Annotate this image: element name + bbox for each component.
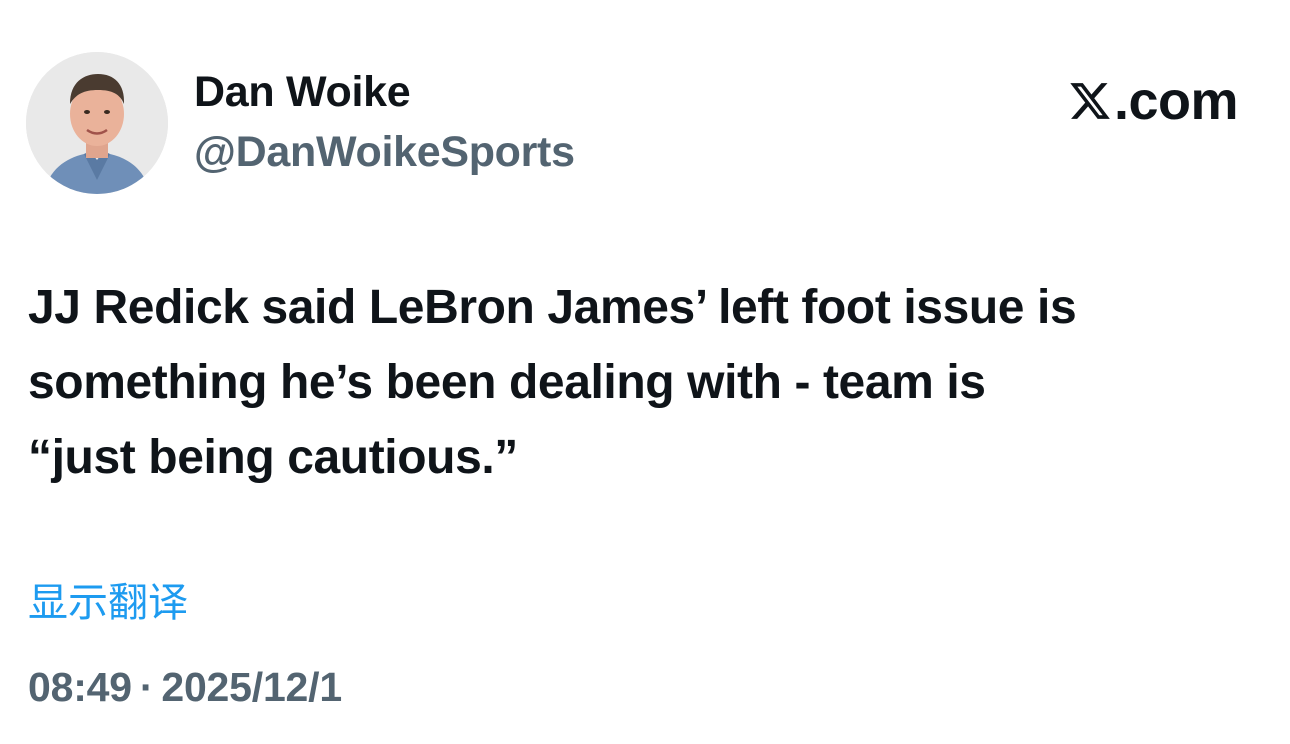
author-display-name[interactable]: Dan Woike <box>194 68 411 117</box>
tweet-text: JJ Redick said LeBron James’ left foot i… <box>28 281 1077 484</box>
brand-watermark: .com <box>1068 70 1239 132</box>
profile-photo-icon <box>26 52 168 194</box>
show-translation-link[interactable]: 显示翻译 <box>28 570 188 628</box>
meta-separator: · <box>139 664 154 710</box>
tweet-card: Dan Woike @DanWoikeSports .com JJ Redick… <box>0 0 1290 744</box>
tweet-time: 08:49 <box>28 664 132 710</box>
tweet-timestamp[interactable]: 08:49 · 2025/12/1 <box>28 664 342 711</box>
x-logo-icon <box>1070 83 1110 119</box>
author-handle[interactable]: @DanWoikeSports <box>194 128 575 177</box>
avatar[interactable] <box>26 52 168 194</box>
tweet-date: 2025/12/1 <box>161 664 342 710</box>
brand-domain-suffix: .com <box>1113 71 1239 131</box>
